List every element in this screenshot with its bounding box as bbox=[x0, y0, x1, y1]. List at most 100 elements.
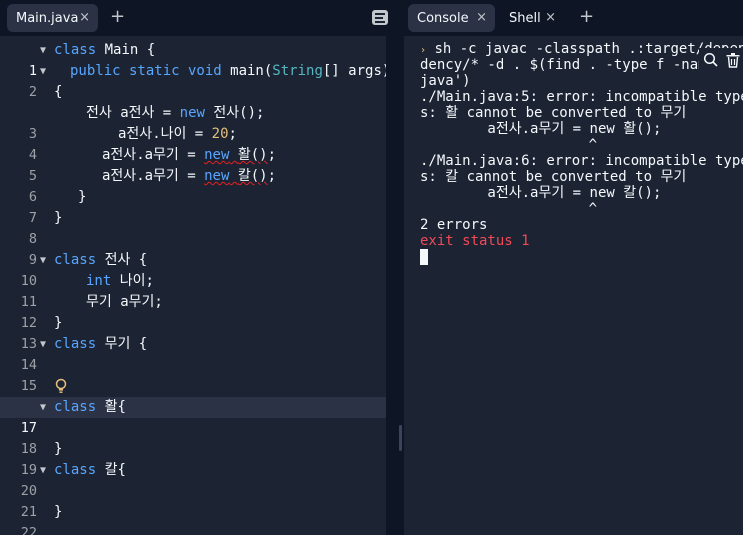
console-line: ^ bbox=[420, 137, 598, 153]
code-text: 무기 a무기; bbox=[86, 294, 163, 310]
keyword: public static void bbox=[70, 63, 222, 79]
keyword: int bbox=[86, 273, 112, 289]
fold-chevron-icon[interactable]: ▼ bbox=[40, 397, 46, 418]
keyword: class bbox=[54, 42, 97, 58]
console-line: java') bbox=[420, 73, 471, 89]
console-line: ./Main.java:6: error: incompatible type bbox=[420, 153, 743, 169]
code-line: 7 } bbox=[0, 187, 386, 226]
add-tab-icon[interactable]: + bbox=[110, 8, 125, 26]
code-line: 21 bbox=[0, 481, 386, 520]
fold-chevron-icon[interactable]: ▼ bbox=[40, 250, 46, 271]
code-line: 14 ▼ class 무기 { bbox=[0, 334, 386, 373]
console-line: s: 칼 cannot be converted to 무기 bbox=[420, 169, 687, 185]
console-line: a전사.a무기 = new 활(); bbox=[420, 121, 662, 137]
code-editor[interactable]: 1 ▼ class Main { 2 ▼ public static void … bbox=[0, 40, 390, 535]
fold-chevron-icon[interactable]: ▼ bbox=[40, 334, 46, 355]
code-text: 전사(); bbox=[204, 105, 265, 121]
code-text: ; bbox=[228, 126, 237, 142]
code-line: 9 bbox=[0, 229, 386, 268]
code-line: 20 ▼ class 칼{ bbox=[0, 460, 386, 499]
code-text: { bbox=[54, 84, 63, 100]
exit-status: exit status 1 bbox=[420, 233, 530, 249]
code-text: 칼{ bbox=[96, 462, 126, 478]
line-number: 22 bbox=[20, 525, 37, 535]
console-cursor[interactable] bbox=[420, 249, 428, 265]
tab-console[interactable]: Console × bbox=[408, 4, 495, 32]
code-line: 8 } bbox=[0, 208, 386, 247]
editor-scrollbar[interactable] bbox=[386, 36, 398, 535]
tab-label: Console bbox=[417, 10, 469, 26]
fold-chevron-icon[interactable]: ▼ bbox=[40, 460, 46, 481]
number-literal: 20 bbox=[211, 126, 229, 142]
code-text: a전사.a무기 = bbox=[102, 147, 205, 163]
console-line: › sh -c javac -classpath .:target/depen bbox=[420, 41, 743, 57]
trash-icon[interactable] bbox=[725, 52, 741, 68]
console-line: ^ bbox=[420, 201, 598, 217]
keyword: new bbox=[204, 168, 230, 184]
type-name: String bbox=[272, 63, 323, 79]
keyword: new bbox=[204, 147, 230, 163]
code-line: 22 } bbox=[0, 502, 386, 535]
code-text: Main { bbox=[96, 42, 156, 58]
code-line: 6 a전사.a무기 = new 칼(); bbox=[0, 166, 386, 205]
code-text: } bbox=[54, 441, 63, 457]
code-line: 5 a전사.a무기 = new 활(); bbox=[0, 145, 386, 184]
code-text: 전사 { bbox=[96, 252, 148, 268]
close-icon[interactable]: × bbox=[476, 10, 487, 25]
code-line: 4 a전사.나이 = 20; bbox=[0, 124, 386, 163]
tab-main-java[interactable]: Main.java × bbox=[7, 4, 98, 32]
format-icon[interactable] bbox=[372, 10, 388, 25]
code-line: 10 ▼ class 전사 { bbox=[0, 250, 386, 289]
code-line: 11 int 나이; bbox=[0, 271, 386, 310]
close-icon[interactable]: × bbox=[79, 10, 90, 25]
console-line: a전사.a무기 = new 칼(); bbox=[420, 185, 662, 201]
keyword: class bbox=[54, 399, 97, 415]
keyword: class bbox=[54, 462, 97, 478]
code-text: ; bbox=[267, 147, 277, 163]
code-text: 활{ bbox=[96, 399, 126, 415]
code-text: 전사 a전사 = bbox=[86, 105, 180, 121]
prompt-icon: › bbox=[420, 45, 427, 56]
add-tab-icon[interactable]: + bbox=[579, 8, 594, 26]
code-line: 1 ▼ class Main { bbox=[0, 40, 386, 79]
code-text: } bbox=[78, 189, 87, 205]
console-tab-bar: Console × Shell × + bbox=[404, 0, 743, 36]
code-line-current: 17 ▼ class 활{ bbox=[0, 397, 386, 436]
code-line: 13 } bbox=[0, 313, 386, 352]
fold-chevron-icon[interactable]: ▼ bbox=[40, 40, 46, 61]
code-text: } bbox=[54, 315, 63, 331]
lightbulb-icon[interactable] bbox=[55, 378, 67, 398]
tab-label: Main.java bbox=[16, 10, 79, 26]
code-text: ; bbox=[267, 168, 277, 184]
keyword: class bbox=[54, 252, 97, 268]
search-icon[interactable] bbox=[703, 52, 719, 68]
tab-shell[interactable]: Shell × bbox=[500, 4, 564, 32]
console-tools bbox=[699, 48, 743, 72]
code-line: 12 무기 a무기; bbox=[0, 292, 386, 331]
code-text: 나이; bbox=[111, 273, 154, 289]
code-text: main( bbox=[221, 63, 273, 79]
error-squiggle[interactable]: 칼() bbox=[238, 168, 268, 184]
console-line: 2 errors bbox=[420, 217, 488, 233]
console-line: ./Main.java:5: error: incompatible type bbox=[420, 89, 743, 105]
code-text: [] args) bbox=[322, 63, 391, 79]
code-text: } bbox=[54, 210, 63, 226]
close-icon[interactable]: × bbox=[545, 10, 556, 25]
code-text: a전사.나이 = bbox=[118, 126, 212, 142]
keyword: class bbox=[54, 336, 97, 352]
fold-chevron-icon[interactable]: ▼ bbox=[40, 61, 46, 82]
code-line: 19 } bbox=[0, 439, 386, 478]
code-line: 15 bbox=[0, 355, 386, 394]
code-line: 18 bbox=[0, 418, 386, 457]
tab-label: Shell bbox=[509, 10, 541, 26]
console-line: dency/* -d . $(find . -type f -name '*. bbox=[420, 57, 743, 73]
editor-pane: Main.java × + 1 ▼ class Main { 2 ▼ publi… bbox=[0, 0, 398, 535]
code-line: 2 ▼ public static void main(String[] arg… bbox=[0, 61, 390, 100]
resize-handle-icon[interactable] bbox=[399, 425, 402, 451]
code-text: a전사.a무기 = bbox=[102, 168, 205, 184]
keyword: new bbox=[179, 105, 205, 121]
error-squiggle[interactable]: 활() bbox=[238, 147, 268, 163]
console-pane: Console × Shell × + › sh -c javac -class… bbox=[404, 0, 743, 535]
